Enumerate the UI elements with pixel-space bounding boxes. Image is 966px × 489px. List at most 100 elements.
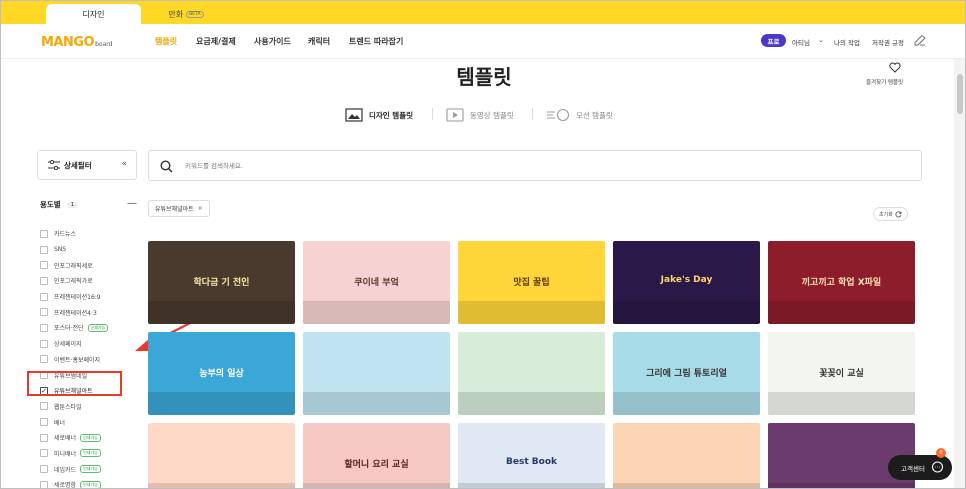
filter-option-label: 상세페이지	[54, 341, 82, 349]
template-card[interactable]	[303, 332, 450, 415]
checkbox[interactable]	[40, 245, 48, 254]
filter-option-label: 인포그래픽가로	[54, 278, 93, 286]
checkbox[interactable]	[40, 261, 48, 270]
tab-motion-templates-label: 모션 템플릿	[576, 110, 613, 120]
nav-item-pricing[interactable]: 요금제/결제	[196, 36, 236, 47]
template-card[interactable]: 끼고끼고 학업 X파일	[768, 241, 915, 324]
checkbox[interactable]	[40, 229, 48, 238]
customer-center-button[interactable]: 고객센터	[888, 455, 952, 480]
checkbox[interactable]	[40, 292, 48, 301]
filter-option[interactable]: 인포그래픽세로	[40, 257, 140, 273]
template-card[interactable]	[613, 423, 760, 488]
filter-option[interactable]: SNS	[40, 242, 140, 258]
sliders-icon	[48, 160, 60, 170]
tab-design-label: 디자인	[82, 9, 105, 19]
active-filter-chip[interactable]: 유튜브채널아트 ×	[148, 200, 210, 217]
template-card[interactable]: 꽃꽂이 교실	[768, 332, 915, 415]
heart-icon[interactable]	[889, 62, 901, 73]
template-card[interactable]: 할머니 요리 교실	[303, 423, 450, 488]
tab-motion-templates[interactable]: 모션 템플릿	[546, 104, 613, 126]
filter-option[interactable]: 네임카드 인쇄가능	[40, 461, 140, 477]
chevron-down-icon[interactable]: ⌄	[818, 36, 824, 44]
filter-option[interactable]: 인포그래픽가로	[40, 273, 140, 289]
reset-button[interactable]: 초기화	[873, 207, 908, 221]
thumbnail-decoration	[148, 482, 295, 488]
print-badge: 인쇄가능	[87, 323, 109, 332]
thumbnail-decoration	[613, 300, 760, 324]
notification-badge: 0	[936, 448, 946, 458]
checkbox[interactable]	[40, 339, 48, 348]
detail-filter-button[interactable]: 상세필터 «	[37, 150, 137, 180]
collapse-icon[interactable]: «	[121, 159, 127, 169]
tab-video-templates[interactable]: 동영상 템플릿	[446, 104, 514, 126]
filter-option[interactable]: 세로배너 인쇄가능	[40, 430, 140, 446]
thumbnail-decoration	[148, 391, 295, 415]
template-card[interactable]	[148, 423, 295, 488]
template-card[interactable]: Best Book	[458, 423, 605, 488]
template-card[interactable]	[458, 332, 605, 415]
filter-option[interactable]: 이벤트·홍보페이지	[40, 352, 140, 368]
checkbox[interactable]	[40, 433, 48, 442]
filter-option-label: 프레젠테이션4:3	[54, 309, 97, 317]
checkbox[interactable]	[40, 276, 48, 285]
tab-cartoon-label: 만화	[168, 9, 184, 19]
detail-filter-label: 상세필터	[64, 160, 92, 170]
template-card[interactable]: 쿠이네 부엌	[303, 241, 450, 324]
filter-option-label: 네임카드	[54, 466, 77, 474]
pen-icon[interactable]	[914, 35, 926, 46]
template-card[interactable]: 학다금 기 전인	[148, 241, 295, 324]
user-menu[interactable]: 아티님	[792, 37, 810, 47]
search-icon[interactable]	[160, 160, 173, 173]
checkbox[interactable]	[40, 465, 48, 474]
checkbox[interactable]	[40, 449, 48, 458]
filter-option[interactable]: 카드뉴스	[40, 226, 140, 242]
filter-option[interactable]: 배너	[40, 414, 140, 430]
purpose-filter-list: 카드뉴스 SNS 인포그래픽세로인포그래픽가로프레젠테이션16:9 프레젠테이션4:3…	[40, 226, 140, 488]
filter-option[interactable]: 포스터·전단 인쇄가능	[40, 320, 140, 336]
nav-item-templates[interactable]: 템플릿	[155, 36, 177, 47]
template-title: 그리에 그림 튜토리얼	[646, 369, 727, 379]
checkbox[interactable]	[40, 355, 48, 364]
template-card[interactable]: 농부의 일상	[148, 332, 295, 415]
filter-option[interactable]: 프레젠테이션4:3	[40, 304, 140, 320]
filter-option[interactable]: 세로명함 인쇄가능	[40, 477, 140, 488]
thumbnail-decoration	[303, 391, 450, 415]
template-card[interactable]: 그리에 그림 튜토리얼	[613, 332, 760, 415]
close-icon[interactable]: ×	[198, 205, 203, 212]
tab-video-templates-label: 동영상 템플릿	[470, 110, 514, 120]
thumbnail-decoration	[613, 391, 760, 415]
template-card[interactable]: 맛집 꿀팁	[458, 241, 605, 324]
tab-design[interactable]: 디자인	[46, 4, 141, 24]
filter-option[interactable]: 웹툰스타일	[40, 399, 140, 415]
checkbox[interactable]	[40, 323, 48, 332]
favorite-templates-link[interactable]: 즐겨찾기 템플릿	[866, 78, 903, 86]
tab-divider	[432, 108, 433, 120]
nav-item-characters[interactable]: 캐릭터	[308, 36, 330, 47]
selected-count-badge: 1	[66, 201, 79, 208]
filter-option[interactable]: 상세페이지	[40, 336, 140, 352]
copyright-link[interactable]: 저작권 규정	[872, 37, 904, 47]
page-scrollbar[interactable]	[954, 59, 965, 488]
filter-option-label: 미니배너	[54, 450, 77, 458]
print-badge: 인쇄가능	[80, 449, 101, 458]
nav-item-trends[interactable]: 트렌드 따라잡기	[349, 36, 403, 47]
my-work-link[interactable]: 나의 작업	[834, 37, 860, 47]
filter-option[interactable]: 미니배너 인쇄가능	[40, 446, 140, 462]
purpose-section-header[interactable]: 용도별 1	[40, 199, 79, 210]
logo-sub: board	[95, 41, 113, 48]
pro-badge[interactable]: 프로	[761, 34, 786, 47]
tab-cartoon[interactable]: 만화 BETA	[141, 4, 231, 24]
checkbox[interactable]	[40, 418, 48, 427]
nav-item-guide[interactable]: 사용가이드	[254, 36, 291, 47]
template-card[interactable]: Jake's Day	[613, 241, 760, 324]
collapse-section-icon[interactable]: —	[127, 198, 137, 209]
filter-option[interactable]: 프레젠테이션16:9	[40, 289, 140, 305]
mangoboard-logo[interactable]: MANGOboard	[41, 35, 112, 50]
checkbox[interactable]	[40, 480, 48, 488]
checkbox[interactable]	[40, 308, 48, 317]
image-icon	[345, 108, 363, 122]
filter-option-label: SNS	[54, 246, 67, 254]
search-input[interactable]	[185, 159, 785, 173]
checkbox[interactable]	[40, 402, 48, 411]
tab-design-templates[interactable]: 디자인 템플릿	[345, 104, 413, 126]
